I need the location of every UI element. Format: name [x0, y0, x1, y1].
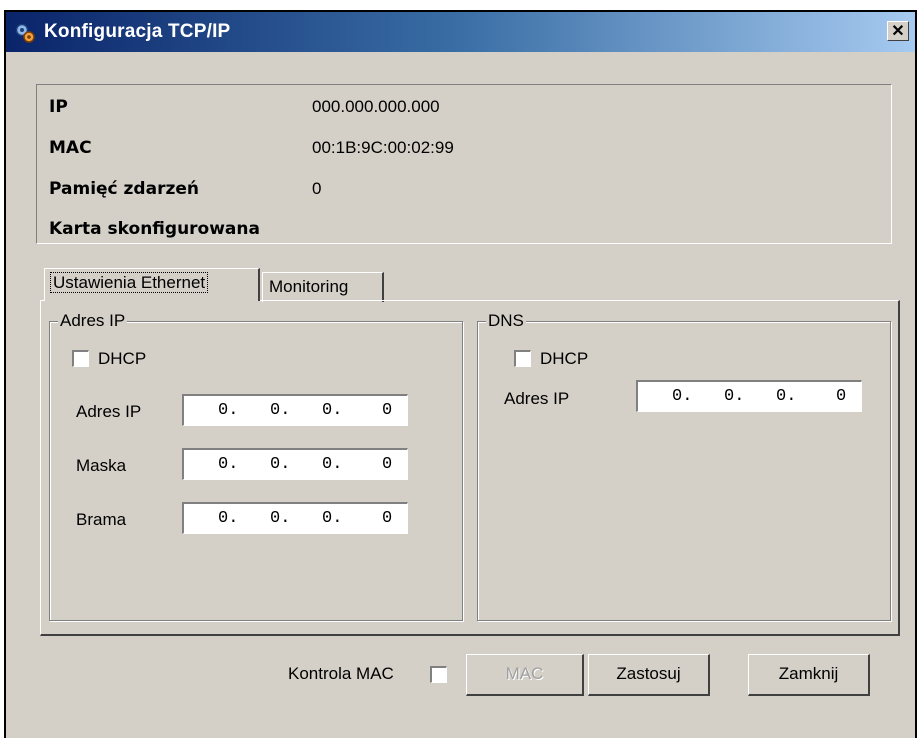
tcpip-config-window: Konfiguracja TCP/IP ✕ IP 000.000.000.000… — [4, 10, 917, 738]
mac-control-label: Kontrola MAC — [288, 664, 394, 683]
ip-label: IP — [49, 97, 68, 117]
octet: 0. — [270, 509, 291, 528]
mac-value: 00:1B:9C:00:02:99 — [312, 138, 454, 157]
mask-input[interactable]: 0. 0. 0. 0 — [182, 448, 408, 480]
mac-control-checkbox[interactable] — [430, 666, 447, 683]
octet: 0. — [270, 455, 291, 474]
octet: 0. — [218, 455, 239, 474]
octet: 0. — [270, 401, 291, 420]
octet: 0. — [776, 387, 797, 406]
ethernet-settings-panel: Adres IP DHCP Adres IP 0. 0. 0. 0 Maska … — [40, 300, 900, 636]
octet: 0 — [836, 387, 847, 406]
event-memory-label: Pamięć zdarzeń — [49, 179, 199, 199]
adapter-info-panel: IP 000.000.000.000 MAC 00:1B:9C:00:02:99… — [36, 84, 892, 244]
octet: 0. — [672, 387, 693, 406]
octet: 0. — [322, 455, 343, 474]
tab-label: Ustawienia Ethernet — [49, 272, 209, 293]
network-gears-icon — [15, 23, 35, 43]
gateway-label: Brama — [76, 510, 127, 529]
group-title: DNS — [486, 311, 526, 331]
event-memory-value: 0 — [312, 179, 322, 198]
dns-dhcp-label: DHCP — [540, 349, 589, 368]
dns-group: DNS DHCP Adres IP 0. 0. 0. 0 — [477, 311, 891, 621]
mask-label: Maska — [76, 456, 127, 475]
dns-dhcp-checkbox[interactable] — [514, 350, 531, 367]
octet: 0. — [322, 509, 343, 528]
ip-value: 000.000.000.000 — [312, 97, 440, 116]
octet: 0 — [382, 455, 393, 474]
gateway-input[interactable]: 0. 0. 0. 0 — [182, 502, 408, 534]
card-configured-status: Karta skonfigurowana — [49, 219, 260, 239]
octet: 0. — [724, 387, 745, 406]
group-title: Adres IP — [58, 311, 128, 331]
dns-ip-label: Adres IP — [504, 389, 570, 408]
mac-label: MAC — [49, 138, 92, 158]
ip-dhcp-label: DHCP — [98, 349, 147, 368]
close-button[interactable]: Zamknij — [748, 654, 870, 696]
title-bar[interactable]: Konfiguracja TCP/IP ✕ — [6, 12, 915, 52]
octet: 0 — [382, 509, 393, 528]
tab-monitoring[interactable]: Monitoring — [262, 272, 384, 302]
octet: 0. — [322, 401, 343, 420]
ip-address-group: Adres IP DHCP Adres IP 0. 0. 0. 0 Maska … — [49, 311, 463, 621]
octet: 0. — [218, 401, 239, 420]
ip-dhcp-checkbox[interactable] — [72, 350, 89, 367]
apply-button[interactable]: Zastosuj — [588, 654, 710, 696]
ip-address-label: Adres IP — [76, 402, 142, 421]
mac-button[interactable]: MAC — [466, 654, 584, 696]
octet: 0. — [218, 509, 239, 528]
ip-address-input[interactable]: 0. 0. 0. 0 — [182, 394, 408, 426]
tab-ethernet-settings[interactable]: Ustawienia Ethernet — [44, 268, 260, 301]
tab-label: Monitoring — [269, 277, 349, 296]
octet: 0 — [382, 401, 393, 420]
window-title: Konfiguracja TCP/IP — [44, 21, 231, 42]
close-icon[interactable]: ✕ — [887, 21, 909, 41]
dns-ip-input[interactable]: 0. 0. 0. 0 — [636, 380, 862, 412]
